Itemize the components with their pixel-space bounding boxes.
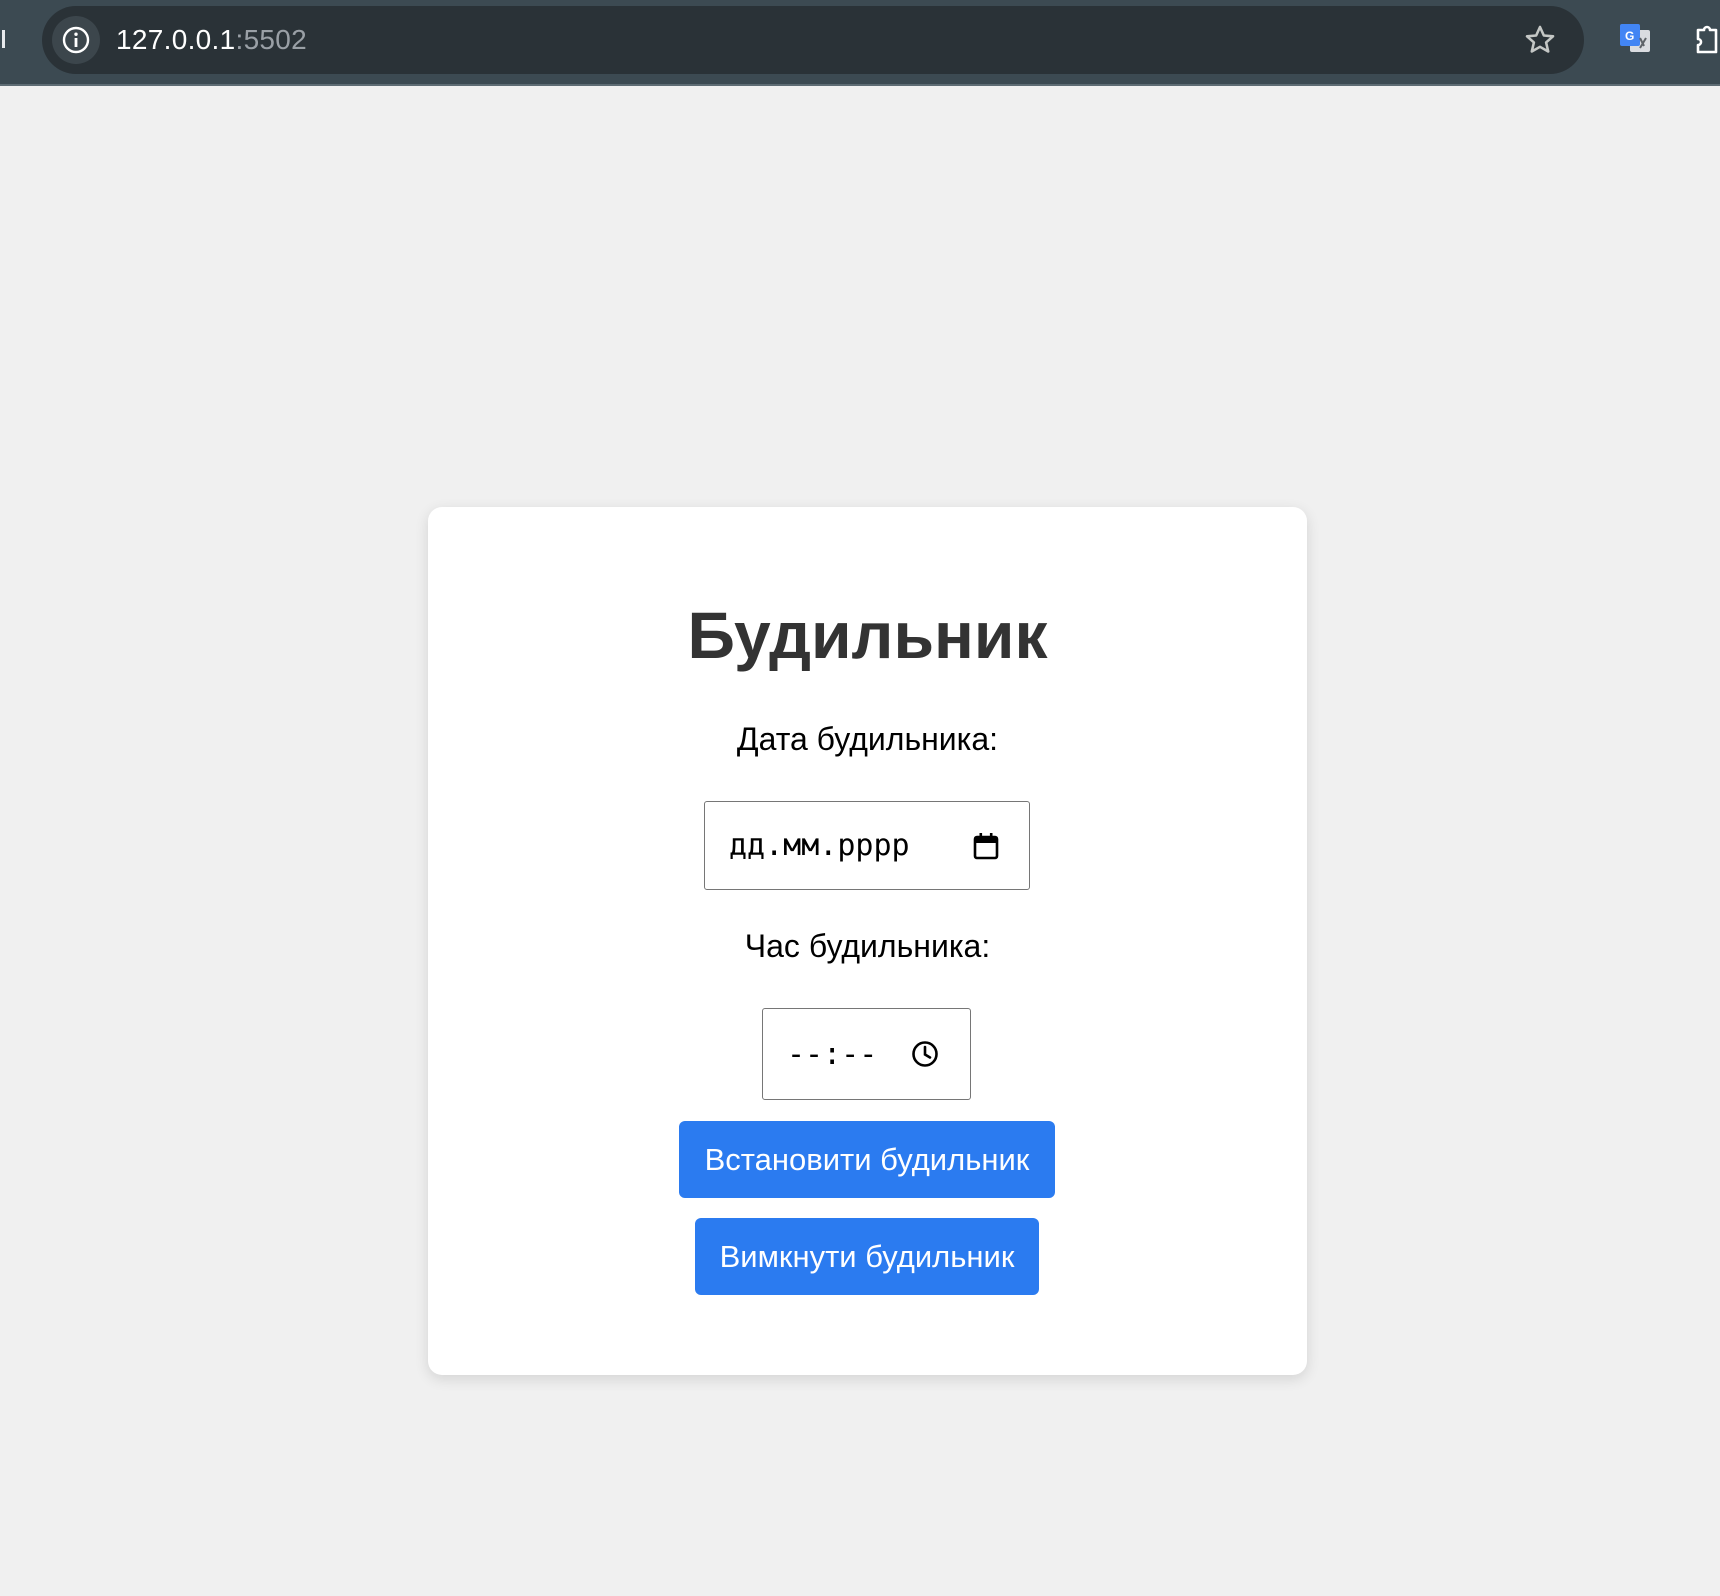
extensions-button[interactable] (1692, 22, 1720, 56)
browser-toolbar: 127.0.0.1:5502 G (0, 0, 1720, 86)
date-placeholder: дд.мм.рррр (729, 828, 910, 863)
google-translate-extension-button[interactable]: G (1618, 22, 1652, 56)
page-title: Будильник (687, 598, 1048, 672)
svg-text:G: G (1625, 29, 1634, 43)
info-icon (62, 26, 90, 54)
url-port: :5502 (235, 24, 308, 55)
set-alarm-button[interactable]: Встановити будильник (679, 1121, 1055, 1198)
clock-icon[interactable] (910, 1039, 940, 1069)
alarm-time-input[interactable]: --:-- (762, 1008, 971, 1100)
puzzle-icon (1696, 25, 1718, 54)
turn-off-alarm-button[interactable]: Вимкнути будильник (695, 1218, 1039, 1295)
date-label: Дата будильника: (736, 721, 999, 757)
time-placeholder: --:-- (787, 1036, 878, 1072)
alarm-date-input[interactable]: дд.мм.рррр (704, 801, 1030, 890)
star-icon (1525, 25, 1555, 53)
site-info-button[interactable] (52, 16, 100, 64)
url-host: 127.0.0.1 (116, 24, 236, 55)
calendar-icon[interactable] (971, 831, 1001, 861)
reload-icon[interactable] (0, 30, 5, 48)
google-translate-icon: G (1620, 24, 1650, 52)
bookmark-button[interactable] (1522, 22, 1558, 58)
alarm-card: Будильник Дата будильника: дд.мм.рррр Ча… (428, 507, 1307, 1375)
address-bar[interactable]: 127.0.0.1:5502 (42, 6, 1584, 74)
time-label: Час будильника: (744, 928, 991, 964)
url-text[interactable]: 127.0.0.1:5502 (116, 6, 307, 74)
